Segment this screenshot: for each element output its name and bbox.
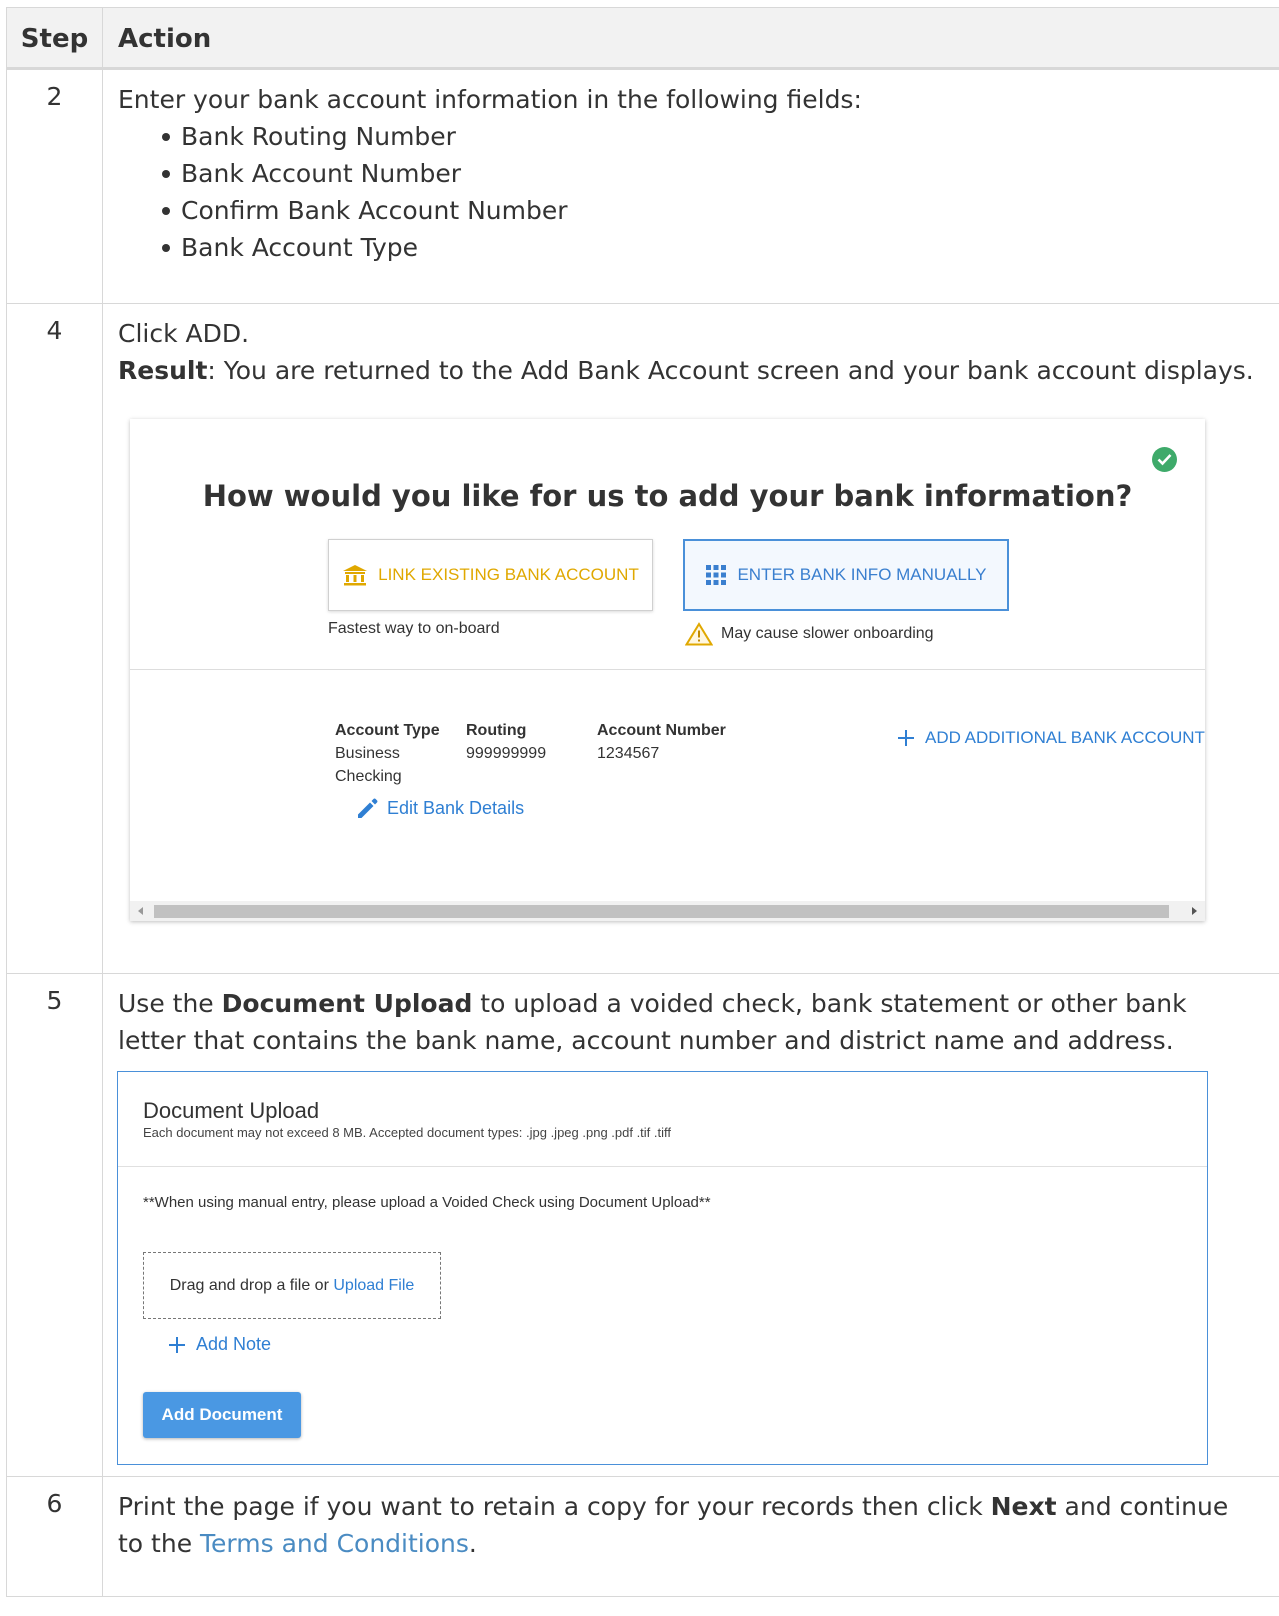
doc-upload-note: **When using manual entry, please upload… <box>143 1194 711 1211</box>
list-item: Confirm Bank Account Number <box>148 192 1269 229</box>
header-step: Step <box>7 8 103 67</box>
account-number-col: Account Number 1234567 <box>597 722 726 762</box>
account-type-col: Account Type Business Checking <box>335 722 440 785</box>
link-existing-bank-button[interactable]: LINK EXISTING BANK ACCOUNT <box>328 539 653 611</box>
step-action: Enter your bank account information in t… <box>103 70 1279 303</box>
drop-zone[interactable]: Drag and drop a file or Upload File <box>143 1252 441 1319</box>
pencil-icon <box>358 798 378 818</box>
step-number: 5 <box>7 974 103 1476</box>
list-item: Bank Account Type <box>148 229 1269 266</box>
edit-bank-details-link[interactable]: Edit Bank Details <box>355 795 524 821</box>
document-upload-panel: Document Upload Each document may not ex… <box>117 1071 1208 1465</box>
scroll-left-icon[interactable] <box>138 907 143 915</box>
table-row: 4 Click ADD. Result: You are returned to… <box>7 304 1279 974</box>
bank-info-screenshot: How would you like for us to add your ba… <box>130 419 1205 921</box>
scroll-right-icon[interactable] <box>1192 907 1197 915</box>
manual-subtext: May cause slower onboarding <box>685 622 934 646</box>
table-row: 6 Print the page if you want to retain a… <box>7 1477 1279 1597</box>
terms-link[interactable]: Terms and Conditions <box>200 1529 469 1558</box>
step-result: Result: You are returned to the Add Bank… <box>118 352 1269 389</box>
link-button-label: LINK EXISTING BANK ACCOUNT <box>378 565 639 584</box>
step-action: Use the Document Upload to upload a void… <box>103 974 1279 1476</box>
add-note-button[interactable]: Add Note <box>168 1334 271 1355</box>
divider <box>118 1166 1207 1167</box>
list-item: Bank Routing Number <box>148 118 1269 155</box>
routing-col: Routing 999999999 <box>466 722 547 762</box>
check-circle-icon <box>1152 447 1177 472</box>
doc-upload-title: Document Upload <box>143 1098 320 1123</box>
steps-table: Step Action 2 Enter your bank account in… <box>6 7 1279 1597</box>
scroll-thumb[interactable] <box>154 905 1169 918</box>
header-action: Action <box>118 24 212 54</box>
upload-file-link[interactable]: Upload File <box>333 1277 414 1295</box>
add-document-button[interactable]: Add Document <box>143 1392 301 1438</box>
plus-icon <box>898 730 914 746</box>
table-row: 5 Use the Document Upload to upload a vo… <box>7 974 1279 1477</box>
bank-icon <box>343 565 368 586</box>
step-action: Print the page if you want to retain a c… <box>118 1492 1229 1558</box>
step-intro: Enter your bank account information in t… <box>118 85 862 114</box>
field-list: Bank Routing Number Bank Account Number … <box>148 118 1269 266</box>
horizontal-scrollbar[interactable] <box>130 901 1205 921</box>
step-line: Click ADD. <box>118 319 250 348</box>
add-additional-bank-button[interactable]: ADD ADDITIONAL BANK ACCOUNT <box>897 728 1205 748</box>
step-number: 2 <box>7 70 103 303</box>
enter-manually-button[interactable]: ENTER BANK INFO MANUALLY <box>683 539 1009 611</box>
step-number: 4 <box>7 304 103 973</box>
list-item: Bank Account Number <box>148 155 1269 192</box>
link-subtext: Fastest way to on-board <box>328 620 500 637</box>
divider <box>130 669 1205 670</box>
result-text: : You are returned to the Add Bank Accou… <box>207 356 1254 385</box>
table-row: 2 Enter your bank account information in… <box>7 70 1279 304</box>
warning-icon <box>685 622 713 646</box>
table-header: Step Action <box>7 8 1279 70</box>
plus-icon <box>169 1336 185 1353</box>
bank-question: How would you like for us to add your ba… <box>202 479 1133 513</box>
doc-upload-subtitle: Each document may not exceed 8 MB. Accep… <box>143 1125 672 1140</box>
result-label: Result <box>118 356 208 385</box>
step-number: 6 <box>7 1477 103 1596</box>
step-action: Click ADD. Result: You are returned to t… <box>103 304 1279 973</box>
manual-button-label: ENTER BANK INFO MANUALLY <box>737 565 987 584</box>
grid-icon <box>706 565 727 585</box>
